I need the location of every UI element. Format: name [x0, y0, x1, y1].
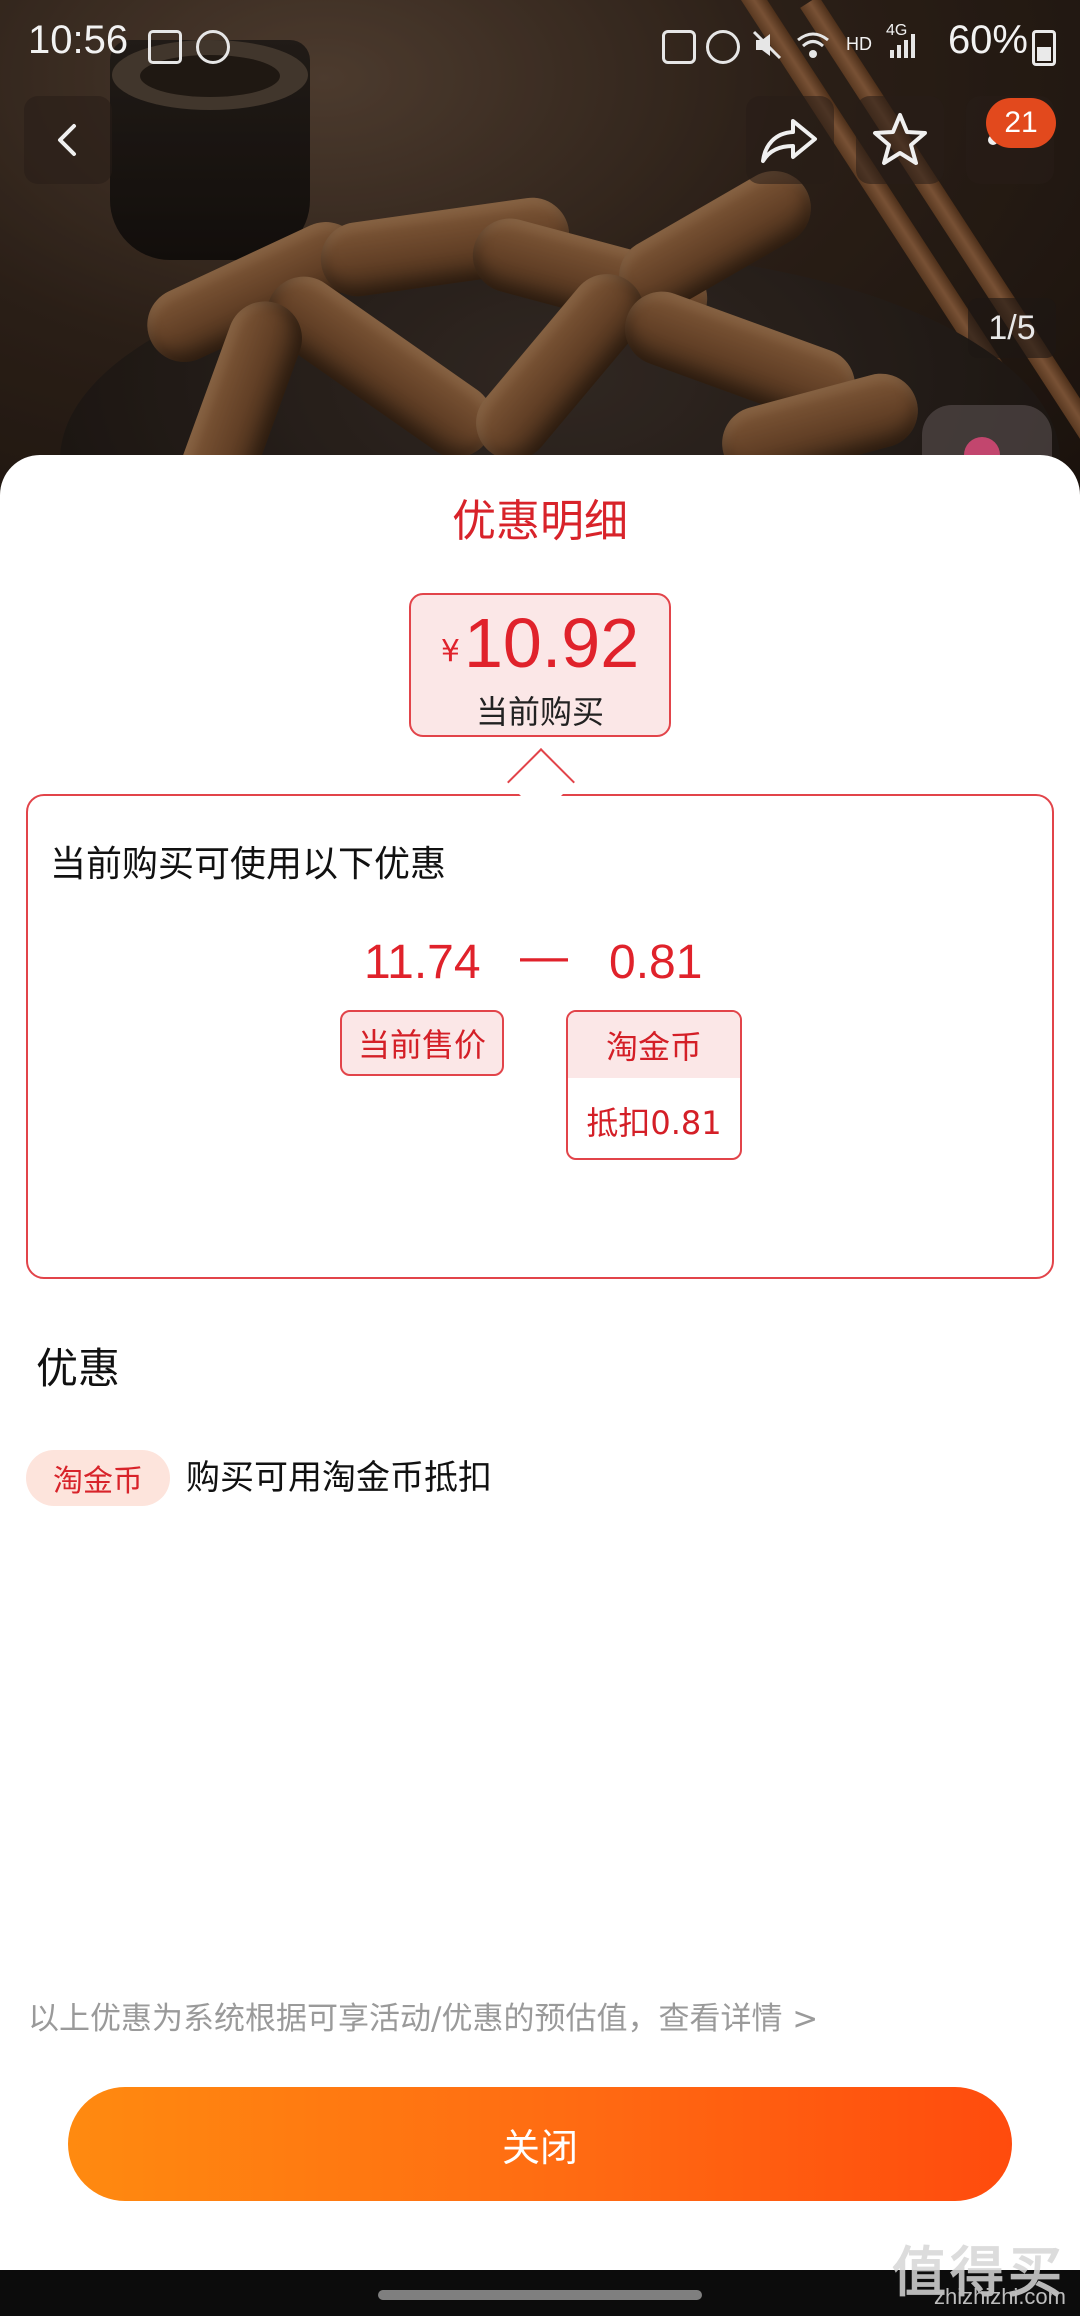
share-icon: [761, 119, 817, 163]
coin-tag-title: 淘金币: [568, 1012, 740, 1078]
discount-detail-sheet: 优惠明细 ¥10.92 当前购买 当前购买可使用以下优惠 11.74 — 0.8…: [0, 455, 1080, 2270]
current-price-tag: 当前售价: [340, 1010, 504, 1076]
detail-heading: 当前购买可使用以下优惠: [50, 844, 447, 885]
promo-description: 购买可用淘金币抵扣: [186, 1458, 492, 1498]
wifi-icon: [796, 30, 829, 58]
gallery-icon: [148, 30, 182, 64]
image-page-indicator: 1/5: [968, 298, 1056, 358]
watermark-url: zhizhizhi.com: [933, 2284, 1066, 2309]
view-details-link[interactable]: 以上优惠为系统根据可享活动/优惠的预估值，查看详情 >: [28, 1993, 818, 2038]
current-price-box: ¥10.92 当前购买: [409, 593, 671, 737]
discount-number: 0.81: [609, 936, 703, 989]
home-gesture-bar[interactable]: [378, 2290, 702, 2300]
share-button[interactable]: [746, 96, 834, 184]
back-button[interactable]: [24, 96, 112, 184]
signal-icon: [888, 30, 916, 58]
nfc-icon: [662, 30, 696, 64]
close-button[interactable]: 关闭: [68, 2087, 1012, 2201]
hd-indicator: HD: [846, 34, 872, 54]
promotions-heading: 优惠: [36, 1344, 121, 1393]
battery-percent: 60%: [947, 18, 1028, 62]
coin-tag-amount: 抵扣0.81: [586, 1104, 722, 1142]
sheet-title: 优惠明细: [452, 496, 628, 547]
minus-sign: —: [520, 930, 568, 983]
mute-icon: [752, 30, 782, 60]
compass-icon: [196, 30, 230, 64]
currency-symbol: ¥: [440, 634, 460, 669]
cart-count-badge[interactable]: 21: [986, 98, 1056, 148]
promo-badge: 淘金币: [26, 1450, 170, 1506]
star-icon: [873, 113, 927, 165]
battery-icon: [1032, 30, 1056, 66]
favorite-button[interactable]: [856, 96, 944, 184]
final-price: 10.92: [463, 604, 640, 682]
coin-discount-tag: 淘金币 抵扣0.81: [566, 1010, 742, 1160]
alarm-icon: [706, 30, 740, 64]
back-arrow-icon: [58, 124, 76, 156]
product-image[interactable]: [0, 0, 1080, 520]
price-caption: 当前购买: [475, 693, 604, 731]
status-time: 10:56: [28, 18, 129, 62]
original-price-number: 11.74: [364, 936, 481, 989]
